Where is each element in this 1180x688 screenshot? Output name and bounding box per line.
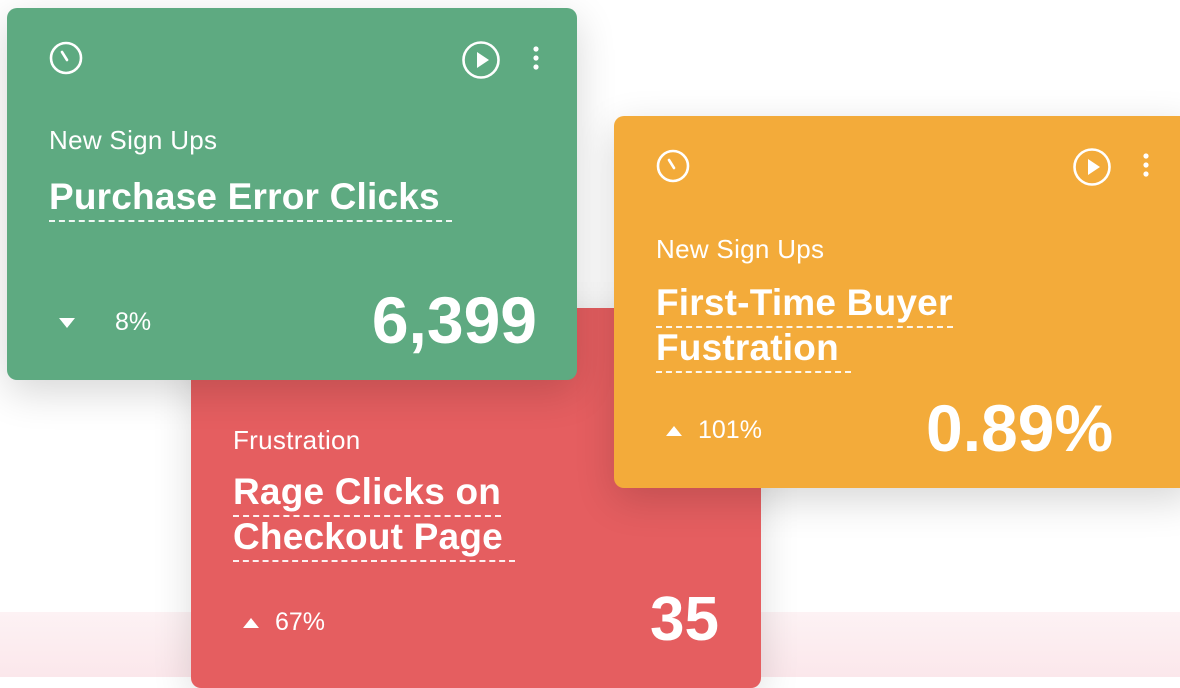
more-vertical-icon[interactable] (1141, 152, 1151, 185)
trend-up-icon (243, 617, 259, 628)
card-title-link[interactable]: Rage Clicks on Checkout Page (233, 469, 613, 562)
card-title-link[interactable]: First-Time Buyer Fustration (656, 280, 1076, 373)
trend-indicator: 67% (243, 608, 325, 637)
trend-percent: 101% (698, 416, 762, 444)
metric-card-first-time-buyer[interactable]: New Sign Ups First-Time Buyer Fustration… (614, 116, 1180, 488)
card-category: New Sign Ups (656, 234, 825, 264)
trend-indicator: 101% (666, 416, 762, 445)
card-category: Frustration (233, 425, 361, 455)
more-vertical-icon[interactable] (531, 45, 541, 78)
metric-value: 6,399 (371, 283, 537, 357)
trend-percent: 8% (115, 308, 152, 336)
metric-card-purchase-error-clicks[interactable]: New Sign Ups Purchase Error Clicks 8% 6,… (7, 8, 577, 380)
card-title-text[interactable]: First-Time Buyer Fustration (656, 282, 953, 373)
metric-value: 35 (650, 585, 719, 654)
play-icon[interactable] (461, 40, 501, 85)
trend-up-icon (666, 425, 682, 436)
card-title-link[interactable]: Purchase Error Clicks (49, 174, 549, 222)
card-title-text[interactable]: Purchase Error Clicks (49, 176, 452, 222)
metric-value: 0.89% (926, 391, 1114, 465)
trend-down-icon (59, 317, 75, 328)
clock-icon[interactable] (656, 149, 690, 188)
play-icon[interactable] (1072, 147, 1112, 192)
clock-icon[interactable] (49, 41, 83, 80)
trend-indicator: 8% (59, 308, 151, 337)
trend-percent: 67% (275, 608, 326, 636)
card-title-text[interactable]: Rage Clicks on Checkout Page (233, 471, 515, 562)
card-category: New Sign Ups (49, 125, 218, 155)
